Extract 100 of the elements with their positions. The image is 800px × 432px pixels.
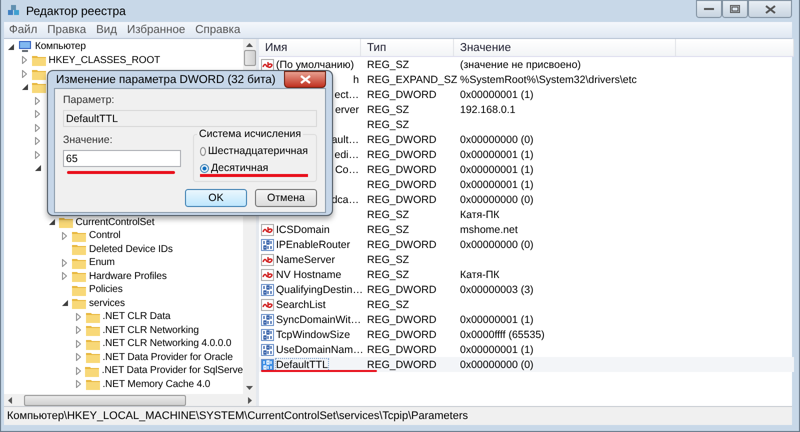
left-arrow-icon[interactable] bbox=[8, 396, 12, 404]
value-name[interactable]: erver bbox=[335, 104, 359, 116]
collapsed-triangle-icon[interactable] bbox=[22, 56, 26, 64]
value-type: REG_SZ bbox=[366, 268, 410, 280]
tree-item[interactable]: CurrentControlSet bbox=[76, 216, 154, 228]
collapsed-triangle-icon[interactable] bbox=[35, 96, 40, 105]
value-data: 0x0000ffff (65535) bbox=[459, 328, 545, 340]
close-button[interactable] bbox=[748, 0, 792, 18]
value-name[interactable]: DefaultTTL bbox=[276, 358, 328, 370]
value-name[interactable]: SearchList bbox=[276, 298, 326, 310]
collapsed-triangle-icon[interactable] bbox=[76, 326, 80, 334]
right-arrow-icon[interactable] bbox=[248, 396, 252, 404]
value-name[interactable]: Co… bbox=[335, 164, 359, 176]
value-name[interactable]: TcpWindowSize bbox=[276, 328, 350, 340]
menu-item[interactable]: Правка bbox=[42, 24, 92, 36]
collapsed-triangle-icon[interactable] bbox=[62, 258, 67, 267]
value-data: 0x00000000 (0) bbox=[459, 134, 534, 146]
menu-item[interactable]: Файл bbox=[4, 24, 42, 36]
dialog-button[interactable]: Отмена bbox=[255, 189, 317, 207]
tree-item[interactable]: .NET Data Provider for Oracle bbox=[102, 352, 233, 363]
maximize-button[interactable] bbox=[722, 0, 748, 18]
tree-item[interactable]: Policies bbox=[89, 284, 123, 296]
value-input[interactable]: 65 bbox=[63, 150, 181, 167]
value-name[interactable]: (По умолчанию) bbox=[276, 58, 354, 70]
menu-item[interactable]: Справка bbox=[190, 24, 246, 36]
folder-icon bbox=[32, 81, 46, 94]
value-data: 0x00000001 (1) bbox=[459, 148, 534, 160]
radio-button[interactable]: Шестнадцатеричная bbox=[200, 145, 308, 160]
field-label: Значение: bbox=[63, 134, 114, 146]
collapsed-triangle-icon[interactable] bbox=[22, 70, 26, 78]
dialog-button[interactable]: OK bbox=[185, 189, 247, 207]
scrollbar-thumb[interactable] bbox=[24, 394, 186, 406]
collapsed-triangle-icon[interactable] bbox=[35, 137, 40, 146]
tree-item[interactable]: Control bbox=[89, 230, 121, 242]
expanded-triangle-icon[interactable] bbox=[62, 300, 68, 306]
folder-icon bbox=[72, 243, 86, 256]
tree-item[interactable]: .NET CLR Networking bbox=[102, 324, 199, 336]
collapsed-triangle-icon[interactable] bbox=[35, 110, 40, 118]
collapsed-triangle-icon[interactable] bbox=[35, 124, 40, 132]
value-type: REG_DWORD bbox=[366, 328, 438, 340]
value-name[interactable]: NameServer bbox=[276, 254, 335, 266]
collapsed-triangle-icon[interactable] bbox=[35, 150, 40, 159]
expanded-triangle-icon[interactable] bbox=[22, 84, 28, 90]
value-name[interactable]: IPEnableRouter bbox=[276, 238, 350, 250]
value-type: REG_SZ bbox=[366, 224, 410, 236]
collapsed-triangle-icon[interactable] bbox=[62, 232, 67, 240]
window-title: Редактор реестра bbox=[26, 4, 126, 18]
registry-cubes-icon bbox=[7, 4, 21, 18]
folder-icon bbox=[32, 68, 46, 80]
collapsed-triangle-icon[interactable] bbox=[76, 340, 80, 348]
value-name[interactable]: ect… bbox=[334, 88, 359, 100]
down-arrow-icon[interactable] bbox=[246, 386, 253, 390]
folder-icon bbox=[84, 364, 99, 377]
value-type: REG_SZ bbox=[366, 104, 410, 116]
folder-icon bbox=[86, 324, 100, 336]
tree-item[interactable]: services bbox=[89, 298, 125, 309]
column-header[interactable]: Значение bbox=[454, 39, 676, 56]
collapsed-triangle-icon[interactable] bbox=[62, 272, 67, 280]
menu-item[interactable]: Избранное bbox=[122, 24, 190, 36]
value-name[interactable]: SyncDomainWit… bbox=[276, 314, 362, 326]
value-name[interactable]: h bbox=[353, 74, 359, 86]
parameter-field[interactable]: DefaultTTL bbox=[63, 110, 317, 127]
radio-button[interactable]: Десятичная bbox=[200, 162, 308, 177]
tree-item[interactable]: .NET Data Provider for SqlServe bbox=[102, 365, 243, 376]
field-label: Параметр: bbox=[63, 94, 116, 106]
tree-item[interactable]: .NET Memory Cache 4.0 bbox=[102, 378, 210, 390]
up-arrow-icon[interactable] bbox=[246, 43, 253, 47]
value-name[interactable]: QualifyingDestin… bbox=[276, 284, 363, 296]
text-value-icon bbox=[261, 58, 274, 70]
expanded-triangle-icon[interactable] bbox=[35, 165, 41, 172]
value-data: Катя-ПК bbox=[459, 208, 500, 220]
expanded-triangle-icon[interactable] bbox=[48, 219, 54, 226]
collapsed-triangle-icon[interactable] bbox=[76, 312, 80, 321]
menu-item[interactable]: Вид bbox=[91, 24, 122, 36]
value-type: REG_DWORD bbox=[366, 178, 438, 190]
tree-item[interactable]: Enum bbox=[89, 257, 115, 268]
collapsed-triangle-icon[interactable] bbox=[76, 380, 80, 388]
tree-item[interactable]: Deleted Device IDs bbox=[89, 244, 173, 255]
scrollbar-thumb[interactable] bbox=[244, 50, 256, 66]
expanded-triangle-icon[interactable] bbox=[8, 44, 14, 50]
tree-item[interactable]: Компьютер bbox=[35, 41, 86, 52]
close-button[interactable] bbox=[284, 71, 326, 88]
value-name[interactable]: UseDomainNam… bbox=[276, 344, 364, 356]
value-name[interactable]: ICSDomain bbox=[276, 224, 330, 236]
column-header[interactable]: Тип bbox=[361, 39, 454, 56]
column-header[interactable]: Имя bbox=[259, 39, 361, 56]
value-name[interactable]: NV Hostname bbox=[276, 268, 342, 280]
folder-icon bbox=[72, 297, 86, 310]
tree-item[interactable]: Hardware Profiles bbox=[89, 270, 167, 282]
text-value-icon bbox=[261, 268, 274, 280]
scrollbar[interactable] bbox=[4, 394, 256, 406]
collapsed-triangle-icon[interactable] bbox=[76, 353, 80, 362]
value-name[interactable]: edi… bbox=[334, 148, 359, 160]
minimize-button[interactable] bbox=[696, 0, 722, 18]
collapsed-triangle-icon[interactable] bbox=[76, 366, 80, 375]
tree-item[interactable]: HKEY_CLASSES_ROOT bbox=[48, 54, 160, 66]
text-value-icon bbox=[261, 254, 274, 266]
tree-item[interactable]: .NET CLR Networking 4.0.0.0 bbox=[102, 338, 232, 350]
value-data: 192.168.0.1 bbox=[459, 104, 516, 116]
tree-item[interactable]: .NET CLR Data bbox=[102, 311, 170, 322]
